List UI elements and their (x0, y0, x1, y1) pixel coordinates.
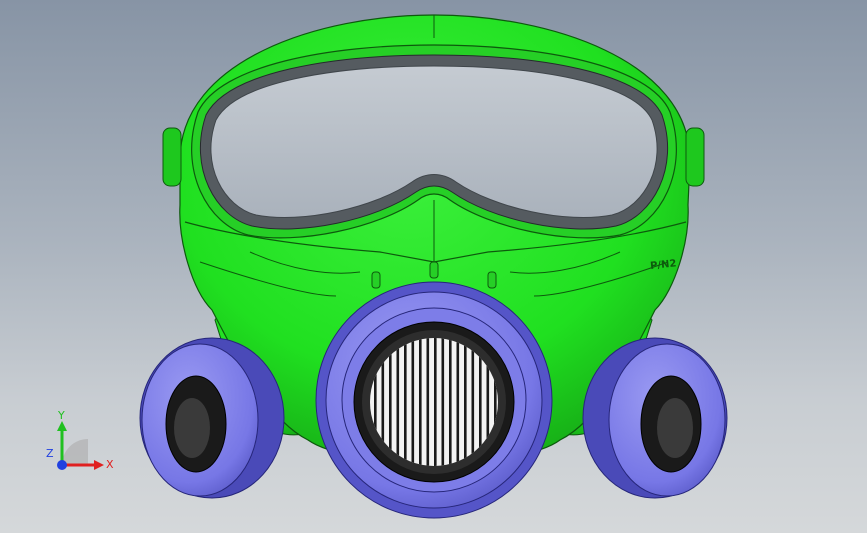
vent-3 (487, 271, 497, 289)
vent-1 (371, 271, 381, 289)
z-axis-dot (57, 460, 67, 470)
vent-2 (429, 261, 439, 279)
grille-bar (419, 338, 422, 466)
right-filter-canister (582, 337, 728, 499)
front-filter (315, 281, 553, 519)
left-filter-canister (139, 337, 285, 499)
cad-viewport[interactable]: P/N2 Y X Z (0, 0, 867, 533)
grille-bar (434, 338, 437, 466)
grille-bar (456, 338, 460, 466)
right-strap-tab (685, 127, 705, 187)
grille-bar (411, 338, 415, 466)
grille-bar (449, 338, 452, 466)
y-axis-label: Y (57, 409, 65, 422)
grille-bar (426, 338, 430, 466)
left-strap-tab (162, 127, 182, 187)
x-axis-arrow (94, 460, 104, 470)
grille-bar (441, 338, 445, 466)
grille-bar (404, 338, 407, 466)
gas-mask-model[interactable]: P/N2 (0, 0, 867, 533)
axis-triad: Y X Z (46, 409, 114, 471)
y-axis-arrow (57, 421, 67, 431)
z-axis-label: Z (46, 447, 54, 460)
x-axis-label: X (106, 458, 114, 471)
